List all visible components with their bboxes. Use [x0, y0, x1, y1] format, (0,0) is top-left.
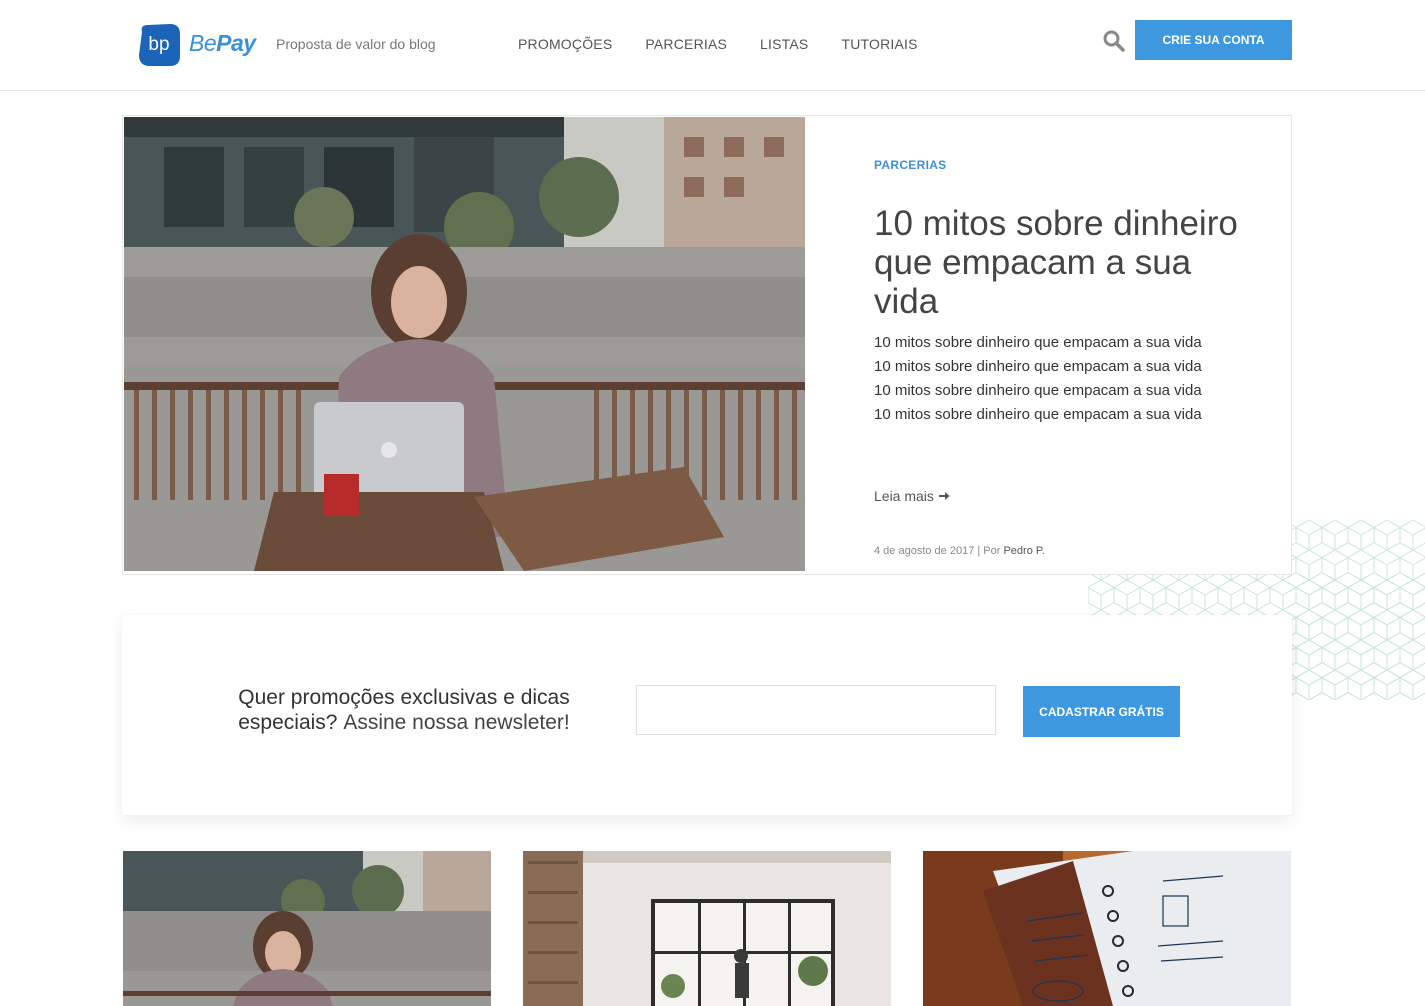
post-title[interactable]: 10 mitos sobre dinheiro que empacam a su… — [874, 204, 1244, 321]
nav-item-tutoriais[interactable]: TUTORIAIS — [841, 36, 917, 52]
post-category-link[interactable]: PARCERIAS — [874, 158, 947, 172]
nav-item-listas[interactable]: LISTAS — [760, 36, 808, 52]
post-date: 4 de agosto de 2017 | Por — [874, 545, 1001, 557]
read-more-link[interactable]: Leia mais — [874, 488, 950, 504]
post-meta: 4 de agosto de 2017 | Por Pedro P. — [874, 545, 1045, 557]
search-icon[interactable] — [1102, 29, 1126, 53]
post-card-image[interactable] — [923, 851, 1291, 1006]
read-more-label: Leia mais — [874, 488, 934, 504]
newsletter-text: Quer promoções exclusivas e dicas especi… — [204, 685, 604, 735]
brand-name-part2: Pay — [216, 30, 256, 56]
newsletter-subline: Assine nossa newsleter! — [343, 711, 570, 734]
nav-item-promocoes[interactable]: PROMOÇÕES — [518, 36, 612, 52]
post-author-link[interactable]: Pedro P. — [1003, 545, 1044, 557]
logo-mark-text: bp — [148, 34, 169, 55]
newsletter-email-input[interactable] — [636, 685, 996, 735]
arrow-right-icon — [938, 492, 950, 500]
newsletter-signup-button[interactable]: CADASTRAR GRÁTIS — [1023, 686, 1180, 737]
featured-post-card: PARCERIAS 10 mitos sobre dinheiro que em… — [122, 115, 1292, 575]
nav-item-parcerias[interactable]: PARCERIAS — [645, 36, 727, 52]
post-card-image[interactable] — [123, 851, 491, 1006]
newsletter-box: Quer promoções exclusivas e dicas especi… — [122, 615, 1292, 815]
brand-name[interactable]: BePay — [189, 30, 256, 57]
site-header: bp BePay Proposta de valor do blog PROMO… — [0, 0, 1425, 91]
create-account-button[interactable]: CRIE SUA CONTA — [1135, 20, 1292, 60]
blog-tagline: Proposta de valor do blog — [276, 36, 436, 52]
post-excerpt: 10 mitos sobre dinheiro que empacam a su… — [874, 334, 1202, 423]
featured-post-image[interactable] — [124, 117, 805, 571]
brand-name-part1: Be — [189, 30, 217, 56]
main-nav: PROMOÇÕES PARCERIAS LISTAS TUTORIAIS — [518, 36, 918, 52]
post-card-image[interactable] — [523, 851, 891, 1006]
bepay-logo-icon[interactable]: bp — [136, 22, 182, 68]
